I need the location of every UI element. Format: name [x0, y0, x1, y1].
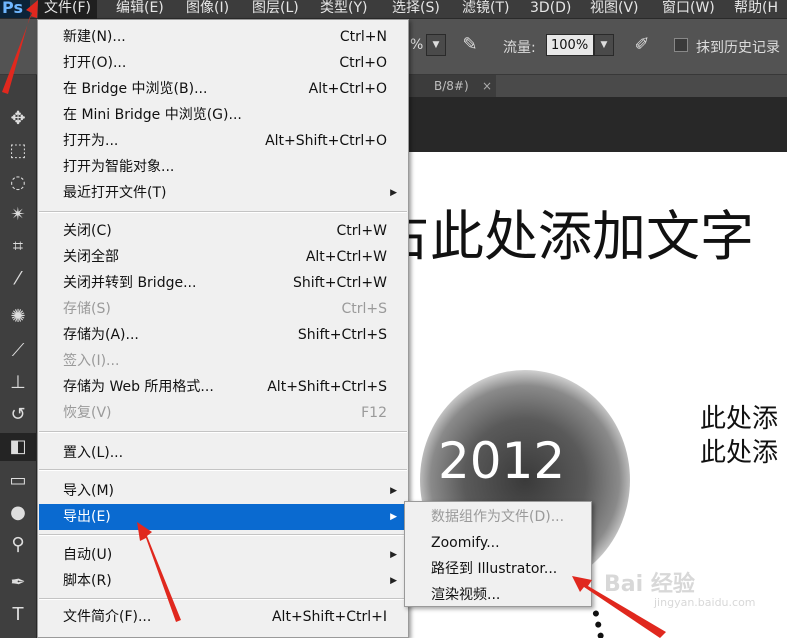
dotted-line-graphic: [592, 601, 646, 638]
submenu-arrow-icon: ▶: [390, 188, 397, 198]
type-tool-icon[interactable]: T: [0, 601, 36, 629]
menu-item-open[interactable]: 打开(O)... Ctrl+O: [39, 50, 407, 76]
pen-tool-icon[interactable]: ✒: [0, 569, 36, 597]
submenu-arrow-icon: ▶: [390, 576, 397, 586]
export-submenu: 数据组作为文件(D)... Zoomify... 路径到 Illustrator…: [404, 501, 592, 607]
menu-separator: [39, 469, 407, 471]
gradient-tool-icon[interactable]: ▭: [0, 467, 36, 495]
file-menu: 新建(N)... Ctrl+N 打开(O)... Ctrl+O 在 Bridge 中…: [37, 19, 409, 638]
menu-item-file-info[interactable]: 文件简介(F)... Alt+Shift+Ctrl+I: [39, 604, 407, 630]
submenu-arrow-icon: ▶: [390, 512, 397, 522]
submenu-item-paths-to-illustrator[interactable]: 路径到 Illustrator...: [431, 556, 557, 582]
toolbox: ✥ ⬚ ◌ ✴ ⌗ ⁄ ✺ ⟋ ⊥ ↺ ◧ ▭ ● ⚲ ✒ T: [0, 75, 37, 638]
clone-stamp-tool-icon[interactable]: ⊥: [0, 369, 36, 397]
healing-brush-tool-icon[interactable]: ✺: [0, 303, 36, 331]
close-tab-icon[interactable]: ×: [482, 75, 492, 97]
history-brush-tool-icon[interactable]: ↺: [0, 401, 36, 429]
menu-3d[interactable]: 3D(D): [524, 0, 577, 20]
tablet-pressure-icon[interactable]: ✐: [630, 33, 654, 57]
menu-item-recent-files[interactable]: 最近打开文件(T) ▶: [39, 180, 407, 206]
erase-to-history-label: 抹到历史记录: [696, 40, 780, 56]
menu-item-open-as[interactable]: 打开为... Alt+Shift+Ctrl+O: [39, 128, 407, 154]
menu-item-browse-mini-bridge[interactable]: 在 Mini Bridge 中浏览(G)...: [39, 102, 407, 128]
menu-separator: [39, 431, 407, 433]
baidu-watermark: Bai 经验: [604, 572, 695, 597]
menu-item-close-go-bridge[interactable]: 关闭并转到 Bridge... Shift+Ctrl+W: [39, 270, 407, 296]
canvas-body-line-1: 此处添: [700, 404, 779, 434]
blur-tool-icon[interactable]: ●: [0, 499, 36, 527]
dodge-tool-icon[interactable]: ⚲: [0, 531, 36, 559]
menu-type[interactable]: 类型(Y): [314, 0, 373, 20]
menu-item-close[interactable]: 关闭(C) Ctrl+W: [39, 218, 407, 244]
menu-item-check-in: 签入(I)...: [63, 353, 120, 369]
airbrush-icon[interactable]: ✎: [458, 33, 482, 57]
menu-item-save-for-web[interactable]: 存储为 Web 所用格式... Alt+Shift+Ctrl+S: [39, 374, 407, 400]
menu-layer[interactable]: 图层(L): [246, 0, 305, 20]
menu-item-open-smart-object[interactable]: 打开为智能对象...: [39, 154, 407, 180]
menu-item-save-as[interactable]: 存储为(A)... Shift+Ctrl+S: [39, 322, 407, 348]
canvas-year: 2012: [438, 432, 566, 490]
opacity-percent: %: [410, 37, 424, 53]
flow-input[interactable]: 100%: [546, 34, 594, 56]
submenu-item-zoomify[interactable]: Zoomify...: [431, 530, 500, 556]
menu-item-import[interactable]: 导入(M) ▶: [39, 478, 407, 504]
menu-view[interactable]: 视图(V): [584, 0, 645, 20]
menu-bar: Ps 文件(F) 编辑(E) 图像(I) 图层(L) 类型(Y) 选择(S) 滤…: [0, 0, 787, 20]
menu-item-browse-bridge[interactable]: 在 Bridge 中浏览(B)... Alt+Ctrl+O: [39, 76, 407, 102]
menu-help[interactable]: 帮助(H: [728, 0, 784, 20]
photoshop-logo-icon: Ps: [0, 0, 30, 18]
eyedropper-tool-icon[interactable]: ⁄: [0, 265, 36, 293]
canvas-body-line-2: 此处添: [700, 438, 779, 468]
menu-window[interactable]: 窗口(W): [656, 0, 721, 20]
menu-item-close-all[interactable]: 关闭全部 Alt+Ctrl+W: [39, 244, 407, 270]
opacity-dropdown[interactable]: ▼: [426, 34, 446, 56]
baidu-watermark-url: jingyan.baidu.com: [654, 596, 756, 609]
menu-separator: [39, 598, 407, 600]
menu-separator: [39, 534, 407, 536]
submenu-arrow-icon: ▶: [390, 486, 397, 496]
move-tool-icon[interactable]: ✥: [0, 105, 36, 133]
menu-select[interactable]: 选择(S): [386, 0, 446, 20]
canvas-heading: 占此处添加文字: [376, 205, 754, 268]
menu-file[interactable]: 文件(F): [38, 0, 97, 20]
submenu-item-data-sets: 数据组作为文件(D)...: [431, 509, 565, 525]
marquee-tool-icon[interactable]: ⬚: [0, 137, 36, 165]
erase-to-history-checkbox[interactable]: [674, 38, 688, 52]
submenu-arrow-icon: ▶: [390, 550, 397, 560]
menu-item-save: 存储(S) Ctrl+S: [63, 301, 387, 317]
crop-tool-icon[interactable]: ⌗: [0, 233, 36, 261]
flow-dropdown[interactable]: ▼: [594, 34, 614, 56]
menu-item-revert: 恢复(V) F12: [63, 405, 387, 421]
menu-edit[interactable]: 编辑(E): [110, 0, 170, 20]
menu-item-automate[interactable]: 自动(U) ▶: [39, 542, 407, 568]
menu-item-place[interactable]: 置入(L)...: [39, 440, 407, 466]
menu-image[interactable]: 图像(I): [180, 0, 235, 20]
menu-separator: [39, 211, 407, 213]
lasso-tool-icon[interactable]: ◌: [0, 169, 36, 197]
menu-filter[interactable]: 滤镜(T): [456, 0, 515, 20]
magic-wand-tool-icon[interactable]: ✴: [0, 201, 36, 229]
flow-label: 流量:: [503, 40, 536, 56]
brush-tool-icon[interactable]: ⟋: [0, 337, 36, 365]
eraser-tool-icon[interactable]: ◧: [0, 433, 36, 461]
menu-item-export[interactable]: 导出(E) ▶: [39, 504, 407, 530]
menu-item-scripts[interactable]: 脚本(R) ▶: [39, 568, 407, 594]
submenu-item-render-video[interactable]: 渲染视频...: [431, 582, 500, 608]
menu-item-new[interactable]: 新建(N)... Ctrl+N: [39, 24, 407, 50]
document-tab-label: B/8#): [434, 79, 469, 93]
